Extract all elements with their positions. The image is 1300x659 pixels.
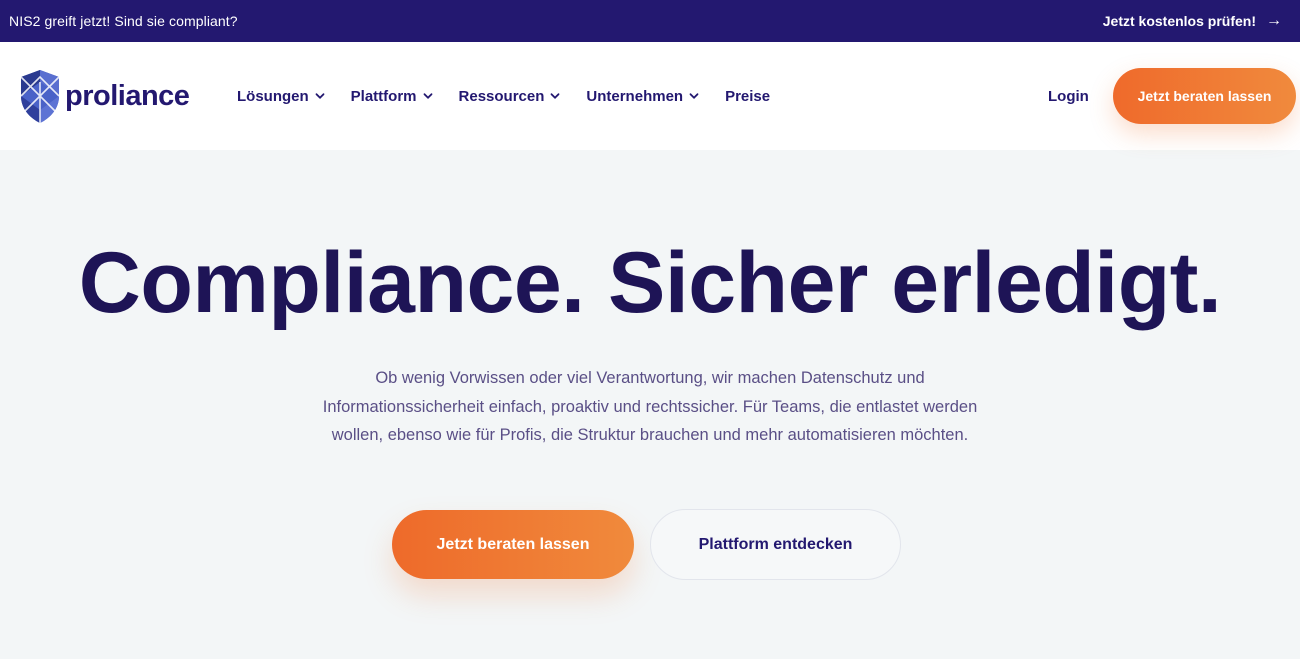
announcement-text: NIS2 greift jetzt! Sind sie compliant? bbox=[9, 13, 238, 29]
main-nav: Lösungen Plattform Ressourcen Unternehme… bbox=[237, 42, 770, 150]
nav-item-ressourcen[interactable]: Ressourcen bbox=[459, 88, 561, 105]
announcement-link-label: Jetzt kostenlos prüfen! bbox=[1102, 13, 1256, 29]
nav-item-preise[interactable]: Preise bbox=[725, 88, 770, 105]
hero-subtitle: Ob wenig Vorwissen oder viel Verantwortu… bbox=[270, 364, 1030, 450]
hero-subtitle-line: Ob wenig Vorwissen oder viel Verantwortu… bbox=[375, 369, 925, 387]
arrow-right-icon: → bbox=[1266, 12, 1282, 29]
chevron-down-icon bbox=[423, 93, 432, 99]
shield-logo-icon bbox=[20, 70, 60, 123]
announcement-bar: NIS2 greift jetzt! Sind sie compliant? J… bbox=[0, 0, 1300, 42]
nav-item-label: Unternehmen bbox=[586, 87, 684, 105]
nav-item-loesungen[interactable]: Lösungen bbox=[237, 88, 325, 105]
logo[interactable]: proliance bbox=[19, 68, 190, 124]
chevron-down-icon bbox=[315, 93, 325, 99]
nav-item-label: Preise bbox=[725, 87, 771, 105]
nav-item-unternehmen[interactable]: Unternehmen bbox=[586, 88, 699, 105]
logo-text: proliance bbox=[65, 79, 190, 112]
explore-platform-button[interactable]: Plattform entdecken bbox=[650, 509, 901, 580]
hero-title: Compliance. Sicher erledigt. bbox=[78, 235, 1222, 331]
chevron-down-icon bbox=[550, 93, 560, 99]
nav-item-plattform[interactable]: Plattform bbox=[351, 88, 433, 105]
site-header: proliance Lösungen Plattform Ressourcen … bbox=[0, 42, 1300, 150]
nav-item-label: Ressourcen bbox=[458, 87, 545, 105]
announcement-link[interactable]: Jetzt kostenlos prüfen! → bbox=[1102, 12, 1282, 30]
login-link[interactable]: Login bbox=[1048, 42, 1089, 150]
header-cta-button[interactable]: Jetzt beraten lassen bbox=[1113, 68, 1296, 124]
hero-subtitle-line: wollen, ebenso wie für Profis, die Struk… bbox=[331, 426, 969, 444]
consultation-button[interactable]: Jetzt beraten lassen bbox=[392, 510, 634, 579]
nav-item-label: Plattform bbox=[350, 87, 417, 105]
nav-item-label: Lösungen bbox=[237, 87, 309, 105]
chevron-down-icon bbox=[689, 93, 699, 99]
hero-subtitle-line: Informationssicherheit einfach, proaktiv… bbox=[322, 397, 978, 416]
